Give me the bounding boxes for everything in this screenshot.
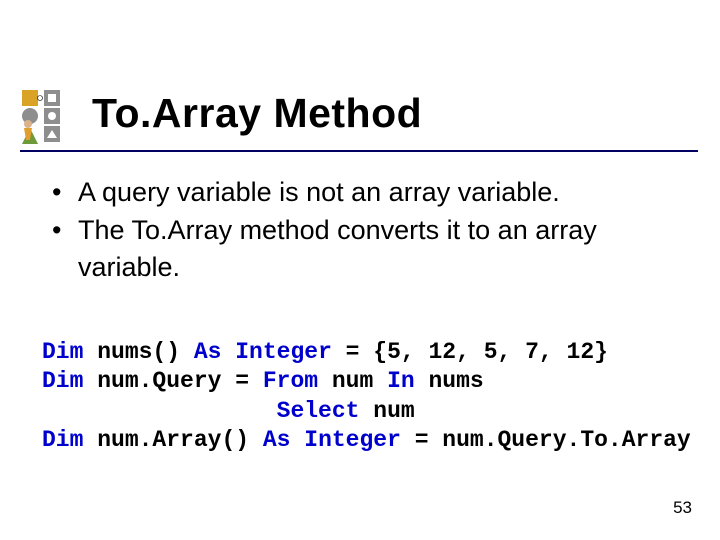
code-keyword: In bbox=[387, 368, 415, 394]
code-text: = {5, 12, 5, 7, 12} bbox=[332, 339, 608, 365]
code-block: Dim nums() As Integer = {5, 12, 5, 7, 12… bbox=[42, 338, 702, 456]
page-number: 53 bbox=[673, 498, 692, 518]
code-text: num.Query = bbox=[83, 368, 262, 394]
slide: To.Array Method A query variable is not … bbox=[0, 0, 720, 540]
body-area: A query variable is not an array variabl… bbox=[48, 174, 688, 287]
slide-title: To.Array Method bbox=[92, 90, 422, 137]
bullet-text: A query variable is not an array variabl… bbox=[78, 177, 560, 207]
code-keyword: From bbox=[263, 368, 318, 394]
code-keyword: Select bbox=[277, 398, 360, 424]
title-icon bbox=[20, 86, 78, 146]
code-text: = num.Query.To.Array bbox=[401, 427, 691, 453]
code-text: num bbox=[318, 368, 387, 394]
bullet-item: A query variable is not an array variabl… bbox=[48, 174, 688, 210]
bullet-list: A query variable is not an array variabl… bbox=[48, 174, 688, 285]
title-divider bbox=[20, 150, 698, 152]
bullet-text: The To.Array method converts it to an ar… bbox=[78, 215, 597, 281]
code-text: nums bbox=[415, 368, 484, 394]
code-indent bbox=[42, 398, 277, 424]
code-keyword: Dim bbox=[42, 427, 83, 453]
code-text: num.Array() bbox=[83, 427, 262, 453]
code-text: num bbox=[359, 398, 414, 424]
code-keyword: Dim bbox=[42, 339, 83, 365]
bullet-item: The To.Array method converts it to an ar… bbox=[48, 212, 688, 285]
code-keyword: As Integer bbox=[263, 427, 401, 453]
code-text: nums() bbox=[83, 339, 193, 365]
code-keyword: Dim bbox=[42, 368, 83, 394]
code-keyword: As Integer bbox=[194, 339, 332, 365]
